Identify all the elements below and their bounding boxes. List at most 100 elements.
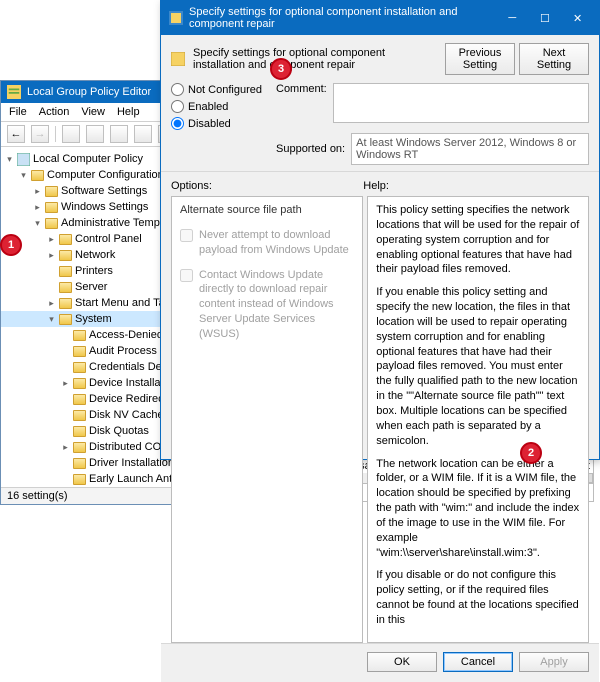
- close-button[interactable]: ✕: [564, 9, 591, 27]
- toolbar-export-button[interactable]: [110, 125, 128, 143]
- tree-spacer: [61, 347, 70, 356]
- help-paragraph: If you disable or do not configure this …: [376, 568, 580, 627]
- state-radio-group: Not Configured Enabled Disabled: [171, 83, 262, 130]
- tree-spacer: [61, 331, 70, 340]
- dialog-body: Options: Help: Alternate source file pat…: [161, 172, 599, 643]
- supported-on-box: At least Windows Server 2012, Windows 8 …: [351, 133, 589, 165]
- radio-enabled[interactable]: Enabled: [171, 100, 262, 113]
- annotation-badge-2: 2: [520, 442, 542, 464]
- dialog-titlebar[interactable]: Specify settings for optional component …: [161, 1, 599, 35]
- chevron-down-icon[interactable]: ▾: [33, 219, 42, 228]
- next-setting-button[interactable]: Next Setting: [519, 43, 589, 75]
- folder-icon: [73, 442, 86, 453]
- tree-node-label: Software Settings: [61, 183, 147, 199]
- help-label: Help:: [363, 178, 589, 196]
- folder-icon: [73, 362, 86, 373]
- tree-node-label: Server: [75, 279, 107, 295]
- tree-node-label: Windows Settings: [61, 199, 148, 215]
- tree-node-label: Distributed COM: [89, 439, 170, 455]
- tree-node-label: System: [75, 311, 112, 327]
- folder-icon: [45, 186, 58, 197]
- previous-setting-button[interactable]: Previous Setting: [445, 43, 515, 75]
- toolbar-help-button[interactable]: [134, 125, 152, 143]
- supported-label: Supported on:: [276, 143, 345, 155]
- chevron-right-icon[interactable]: ▸: [47, 235, 56, 244]
- dialog-title-text: Specify settings for optional component …: [189, 6, 487, 30]
- help-paragraph: The network location can be either a fol…: [376, 457, 580, 561]
- annotation-badge-3: 3: [270, 58, 292, 80]
- tree-spacer: [47, 283, 56, 292]
- policy-root-icon: [17, 153, 30, 166]
- folder-icon: [59, 298, 72, 309]
- tree-node-label: Computer Configuration: [47, 167, 164, 183]
- toolbar-back-button[interactable]: ←: [7, 125, 25, 143]
- cancel-button[interactable]: Cancel: [443, 652, 513, 672]
- chevron-right-icon[interactable]: ▸: [61, 443, 70, 452]
- dialog-header: Specify settings for optional component …: [161, 35, 599, 172]
- checkbox-never-download[interactable]: Never attempt to download payload from W…: [180, 228, 354, 258]
- chevron-right-icon[interactable]: ▸: [33, 203, 42, 212]
- tree-node-label: Printers: [75, 263, 113, 279]
- help-paragraph: This policy setting specifies the networ…: [376, 203, 580, 277]
- menu-view[interactable]: View: [81, 106, 105, 118]
- comment-textarea[interactable]: [333, 83, 589, 123]
- policy-icon: [171, 52, 185, 66]
- help-pane[interactable]: This policy setting specifies the networ…: [367, 196, 589, 643]
- tree-spacer: [61, 459, 70, 468]
- tree-node-label: Network: [75, 247, 115, 263]
- toolbar-folder-button[interactable]: [62, 125, 80, 143]
- folder-icon: [59, 234, 72, 245]
- tree-spacer: [47, 267, 56, 276]
- tree-spacer: [61, 411, 70, 420]
- policy-dialog: Specify settings for optional component …: [160, 0, 600, 460]
- chevron-right-icon[interactable]: ▸: [47, 251, 56, 260]
- annotation-badge-1: 1: [0, 234, 22, 256]
- folder-icon: [73, 474, 86, 485]
- folder-icon: [59, 282, 72, 293]
- folder-icon: [45, 218, 58, 229]
- tree-spacer: [61, 475, 70, 484]
- chevron-right-icon[interactable]: ▸: [33, 187, 42, 196]
- folder-icon: [73, 330, 86, 341]
- chevron-down-icon[interactable]: ▾: [47, 315, 56, 324]
- folder-icon: [59, 266, 72, 277]
- ok-button[interactable]: OK: [367, 652, 437, 672]
- radio-not-configured[interactable]: Not Configured: [171, 83, 262, 96]
- toolbar-refresh-button[interactable]: [86, 125, 104, 143]
- toolbar-separator: [55, 126, 56, 142]
- tree-spacer: [61, 395, 70, 404]
- toolbar-forward-button[interactable]: →: [31, 125, 49, 143]
- tree-spacer: [61, 427, 70, 436]
- folder-icon: [73, 346, 86, 357]
- chevron-right-icon[interactable]: ▸: [47, 299, 56, 308]
- dialog-icon: [169, 11, 183, 25]
- minimize-button[interactable]: ─: [499, 9, 526, 27]
- folder-icon: [59, 314, 72, 325]
- menu-file[interactable]: File: [9, 106, 27, 118]
- menu-action[interactable]: Action: [39, 106, 70, 118]
- options-pane: Alternate source file path Never attempt…: [171, 196, 363, 643]
- folder-icon: [73, 410, 86, 421]
- maximize-button[interactable]: ☐: [532, 9, 559, 27]
- apply-button[interactable]: Apply: [519, 652, 589, 672]
- options-label: Options:: [171, 178, 363, 196]
- folder-icon: [73, 394, 86, 405]
- gpe-title-text: Local Group Policy Editor: [27, 86, 151, 98]
- tree-spacer: [61, 363, 70, 372]
- tree-node-label: Disk Quotas: [89, 423, 149, 439]
- radio-disabled[interactable]: Disabled: [171, 117, 262, 130]
- dialog-heading: Specify settings for optional component …: [193, 47, 437, 71]
- checkbox-contact-wu[interactable]: Contact Windows Update directly to downl…: [180, 268, 354, 342]
- chevron-right-icon[interactable]: ▸: [61, 379, 70, 388]
- folder-icon: [73, 458, 86, 469]
- alt-source-label: Alternate source file path: [180, 203, 354, 218]
- tree-root-label: Local Computer Policy: [33, 151, 143, 167]
- chevron-down-icon[interactable]: ▾: [19, 171, 28, 180]
- menu-help[interactable]: Help: [117, 106, 140, 118]
- folder-icon: [73, 426, 86, 437]
- folder-icon: [73, 378, 86, 389]
- folder-icon: [59, 250, 72, 261]
- gpe-status-text: 16 setting(s): [7, 490, 68, 502]
- dialog-footer: OK Cancel Apply: [161, 643, 599, 682]
- chevron-down-icon[interactable]: ▾: [5, 155, 14, 164]
